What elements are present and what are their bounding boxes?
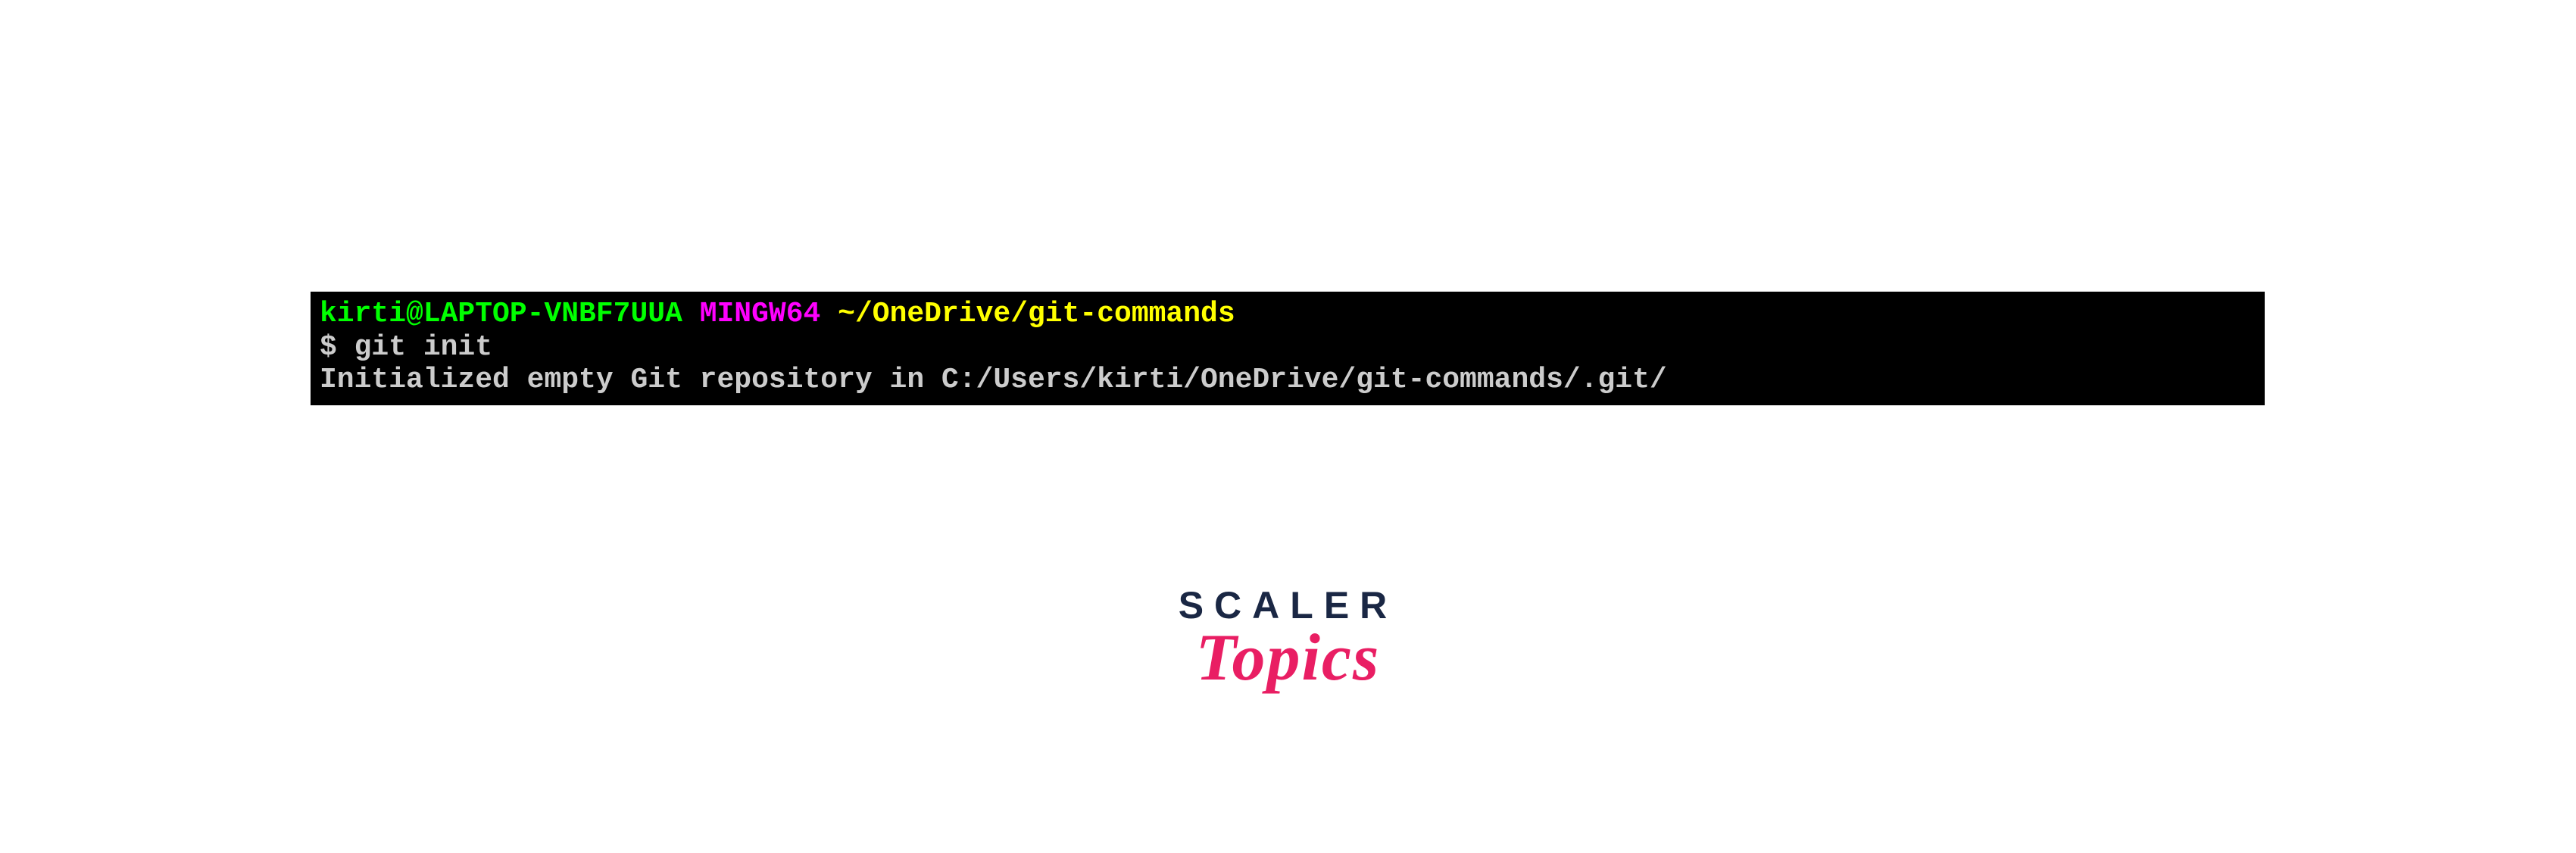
- command-text: $ git init: [320, 331, 2256, 364]
- terminal-window[interactable]: kirti@LAPTOP-VNBF7UUA MINGW64 ~/OneDrive…: [311, 292, 2265, 405]
- output-text: Initialized empty Git repository in C:/U…: [320, 364, 2256, 397]
- path-text: ~/OneDrive/git-commands: [838, 298, 1235, 330]
- scaler-topics-logo: SCALER Topics: [1179, 583, 1398, 696]
- terminal-prompt: kirti@LAPTOP-VNBF7UUA MINGW64 ~/OneDrive…: [320, 298, 2256, 331]
- user-host-text: kirti@LAPTOP-VNBF7UUA: [320, 298, 682, 330]
- shell-text: MINGW64: [700, 298, 821, 330]
- logo-text-topics: Topics: [1179, 620, 1398, 696]
